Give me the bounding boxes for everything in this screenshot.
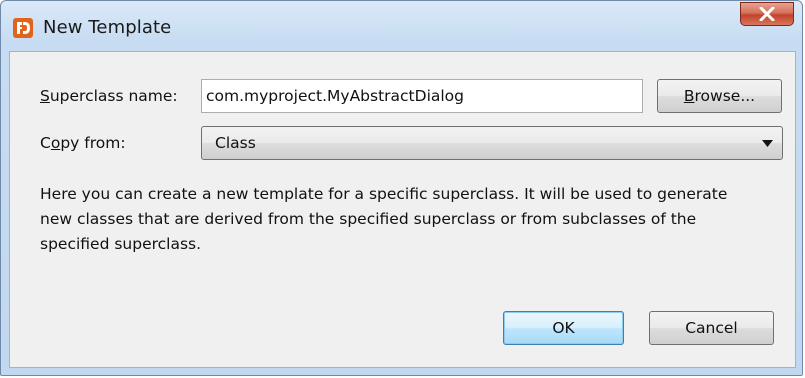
cancel-button[interactable]: Cancel xyxy=(649,311,774,345)
copy-from-select[interactable]: Class xyxy=(201,126,783,160)
dialog-window: New Template Superclass name: Browse... … xyxy=(0,0,803,376)
browse-label-text: rowse... xyxy=(694,87,756,105)
copy-from-label: Copy from: xyxy=(40,134,126,152)
copy-label-accelerator: o xyxy=(50,134,61,152)
superclass-name-label: Superclass name: xyxy=(40,87,178,105)
browse-accelerator: B xyxy=(683,87,695,105)
description-text: Here you can create a new template for a… xyxy=(40,185,728,253)
chevron-down-icon xyxy=(762,140,773,147)
copy-from-value: Class xyxy=(215,134,256,152)
browse-button[interactable]: Browse... xyxy=(657,79,782,113)
superclass-name-input[interactable] xyxy=(201,79,643,113)
window-title: New Template xyxy=(43,17,172,38)
superclass-label-text: uperclass name: xyxy=(49,87,178,105)
title-bar[interactable]: New Template xyxy=(1,1,802,51)
close-button[interactable] xyxy=(740,2,794,26)
copy-label-text: py from: xyxy=(60,134,126,152)
close-icon xyxy=(759,7,775,21)
dialog-content: Superclass name: Browse... Copy from: Cl… xyxy=(9,51,796,368)
copy-label-prefix: C xyxy=(40,134,51,152)
ok-button[interactable]: OK xyxy=(503,311,624,345)
app-logo-icon xyxy=(13,18,33,38)
superclass-label-accelerator: S xyxy=(40,87,50,105)
